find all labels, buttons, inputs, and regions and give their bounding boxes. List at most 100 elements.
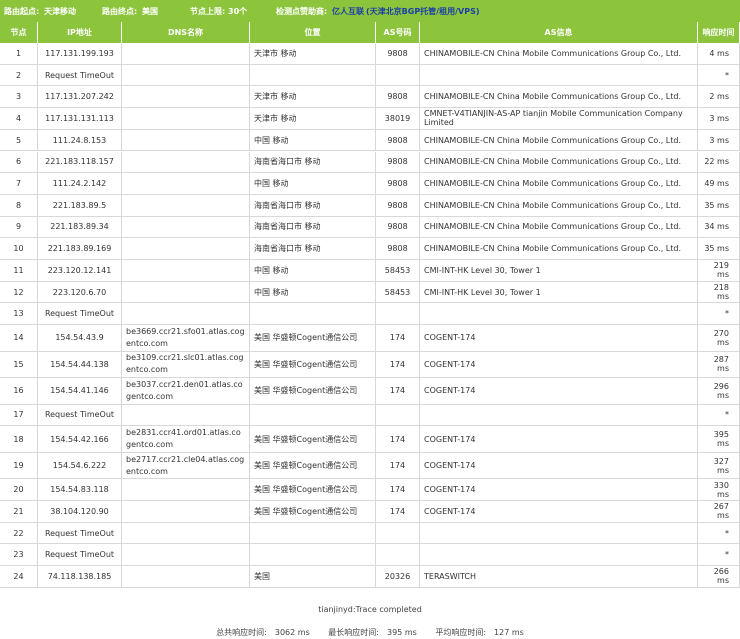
hop-number-cell: 8 bbox=[0, 194, 38, 216]
as-number-cell: 58453 bbox=[376, 260, 420, 281]
ip-address-cell: Request TimeOut bbox=[38, 522, 122, 544]
ip-address-cell: 221.183.89.169 bbox=[38, 238, 122, 259]
table-row: 3 117.131.207.242 天津市 移动 9808 CHINAMOBILE-CN… bbox=[0, 86, 740, 109]
hop-number-cell: 9 bbox=[0, 216, 38, 238]
table-row: 18 154.54.42.166 be2831.ccr41.ord01.atlas.… bbox=[0, 426, 740, 453]
as-info-cell: CMNET-V4TIANJIN-AS-AP tianjin Mobile Com… bbox=[420, 108, 698, 129]
ip-address-cell: 154.54.42.166 bbox=[38, 426, 122, 452]
route-start-label: 路由起点: bbox=[4, 7, 40, 16]
column-header-as-number: AS号码 bbox=[376, 22, 420, 43]
node-limit-label: 节点上限: bbox=[190, 7, 226, 16]
hop-number-cell: 13 bbox=[0, 303, 38, 325]
response-time-cell: 34 ms bbox=[698, 216, 740, 238]
hop-number-cell: 6 bbox=[0, 151, 38, 173]
as-info-cell: COGENT-174 bbox=[420, 426, 698, 452]
dns-name-cell bbox=[122, 544, 250, 566]
dns-name-cell: be3037.ccr21.den01.atlas.cogentco.com bbox=[122, 378, 250, 404]
as-info-cell bbox=[420, 404, 698, 426]
ip-address-cell: 154.54.44.138 bbox=[38, 351, 122, 378]
hop-number-cell: 14 bbox=[0, 325, 38, 351]
response-time-cell: 270 ms bbox=[698, 325, 740, 351]
trace-completed-text: tianjinyd:Trace completed bbox=[318, 605, 422, 614]
location-cell bbox=[250, 522, 376, 544]
as-info-cell: CHINAMOBILE-CN China Mobile Communicatio… bbox=[420, 238, 698, 259]
node-limit-value: 30个 bbox=[228, 7, 248, 16]
location-cell: 美国 华盛顿Cogent通信公司 bbox=[250, 452, 376, 479]
table-row: 10 221.183.89.169 海南省海口市 移动 9808 CHINAMOBILE… bbox=[0, 238, 740, 260]
ip-address-cell: 111.24.2.142 bbox=[38, 173, 122, 194]
total-time-label: 总共响应时间: bbox=[216, 628, 267, 637]
as-info-cell: CHINAMOBILE-CN China Mobile Communicatio… bbox=[420, 216, 698, 238]
as-info-cell: CMI-INT-HK Level 30, Tower 1 bbox=[420, 281, 698, 303]
dns-name-cell bbox=[122, 238, 250, 259]
ip-address-cell: 223.120.6.70 bbox=[38, 281, 122, 303]
dns-name-cell bbox=[122, 260, 250, 281]
dns-name-cell bbox=[122, 129, 250, 151]
location-cell: 美国 华盛顿Cogent通信公司 bbox=[250, 426, 376, 452]
dns-name-cell: be2831.ccr41.ord01.atlas.cogentco.com bbox=[122, 426, 250, 452]
column-header-ip-address: IP地址 bbox=[38, 22, 122, 43]
as-number-cell: 9808 bbox=[376, 43, 420, 64]
response-time-cell: * bbox=[698, 522, 740, 544]
location-cell: 中国 移动 bbox=[250, 260, 376, 281]
sponsor-description-link[interactable]: (天津北京BGP托管/租用/VPS) bbox=[366, 6, 480, 17]
location-cell: 海南省海口市 移动 bbox=[250, 194, 376, 216]
dns-name-cell bbox=[122, 501, 250, 522]
dns-name-cell bbox=[122, 566, 250, 587]
column-header-hop-number: 节点 bbox=[0, 22, 38, 43]
as-number-cell: 174 bbox=[376, 351, 420, 378]
location-cell: 美国 华盛顿Cogent通信公司 bbox=[250, 501, 376, 522]
hop-number-cell: 24 bbox=[0, 566, 38, 587]
location-cell: 中国 移动 bbox=[250, 129, 376, 151]
dns-name-cell bbox=[122, 404, 250, 426]
as-number-cell: 9808 bbox=[376, 151, 420, 173]
response-time-cell: 395 ms bbox=[698, 426, 740, 452]
ip-address-cell: 117.131.207.242 bbox=[38, 86, 122, 108]
table-row: 23 Request TimeOut * bbox=[0, 544, 740, 567]
total-time-value: 3062 ms bbox=[274, 628, 310, 637]
as-number-cell: 9808 bbox=[376, 129, 420, 151]
table-row: 19 154.54.6.222 be2717.ccr21.cle04.atlas.c… bbox=[0, 452, 740, 480]
dns-name-cell bbox=[122, 479, 250, 500]
response-time-cell: 3 ms bbox=[698, 108, 740, 129]
response-time-cell: 4 ms bbox=[698, 43, 740, 64]
as-number-cell bbox=[376, 522, 420, 544]
column-header-location: 位置 bbox=[250, 22, 376, 43]
ip-address-cell: 117.131.199.193 bbox=[38, 43, 122, 64]
dns-name-cell bbox=[122, 43, 250, 64]
ip-address-cell: 111.24.8.153 bbox=[38, 129, 122, 151]
sponsor-label: 检测点赞助商: bbox=[276, 7, 328, 16]
hop-number-cell: 20 bbox=[0, 479, 38, 500]
route-end-label: 路由终点: bbox=[102, 7, 138, 16]
table-row: 14 154.54.43.9 be3669.ccr21.sfo01.atlas.co… bbox=[0, 325, 740, 352]
avg-time-label: 平均响应时间: bbox=[435, 628, 487, 637]
sponsor-link[interactable]: 亿人互联 bbox=[332, 6, 364, 17]
as-info-cell: COGENT-174 bbox=[420, 378, 698, 404]
table-row: 2 Request TimeOut * bbox=[0, 64, 740, 87]
as-number-cell: 38019 bbox=[376, 108, 420, 129]
as-number-cell: 9808 bbox=[376, 216, 420, 238]
dns-name-cell: be3109.ccr21.slc01.atlas.cogentco.com bbox=[122, 351, 250, 378]
hop-number-cell: 23 bbox=[0, 544, 38, 566]
dns-name-cell: be3669.ccr21.sfo01.atlas.cogentco.com bbox=[122, 325, 250, 351]
location-cell: 美国 华盛顿Cogent通信公司 bbox=[250, 479, 376, 500]
as-number-cell: 174 bbox=[376, 426, 420, 452]
as-info-cell: CHINAMOBILE-CN China Mobile Communicatio… bbox=[420, 43, 698, 64]
as-info-cell: COGENT-174 bbox=[420, 452, 698, 479]
location-cell: 海南省海口市 移动 bbox=[250, 151, 376, 173]
as-number-cell bbox=[376, 404, 420, 426]
location-cell: 美国 华盛顿Cogent通信公司 bbox=[250, 351, 376, 378]
as-info-cell bbox=[420, 303, 698, 325]
location-cell: 海南省海口市 移动 bbox=[250, 238, 376, 259]
table-header-row: 节点 IP地址 DNS名称 位置 AS号码 AS信息 响应时间 bbox=[0, 22, 740, 43]
ip-address-cell: Request TimeOut bbox=[38, 64, 122, 86]
ip-address-cell: 221.183.89.5 bbox=[38, 194, 122, 216]
hop-number-cell: 11 bbox=[0, 260, 38, 281]
table-row: 12 223.120.6.70 中国 移动 58453 CMI-INT-HK Level… bbox=[0, 281, 740, 304]
location-cell bbox=[250, 303, 376, 325]
column-header-response-time: 响应时间 bbox=[698, 22, 740, 43]
ip-address-cell: Request TimeOut bbox=[38, 303, 122, 325]
ip-address-cell: 38.104.120.90 bbox=[38, 501, 122, 522]
route-start-value: 天津移动 bbox=[44, 7, 76, 16]
table-row: 7 111.24.2.142 中国 移动 9808 CHINAMOBILE-CN Chi… bbox=[0, 173, 740, 195]
